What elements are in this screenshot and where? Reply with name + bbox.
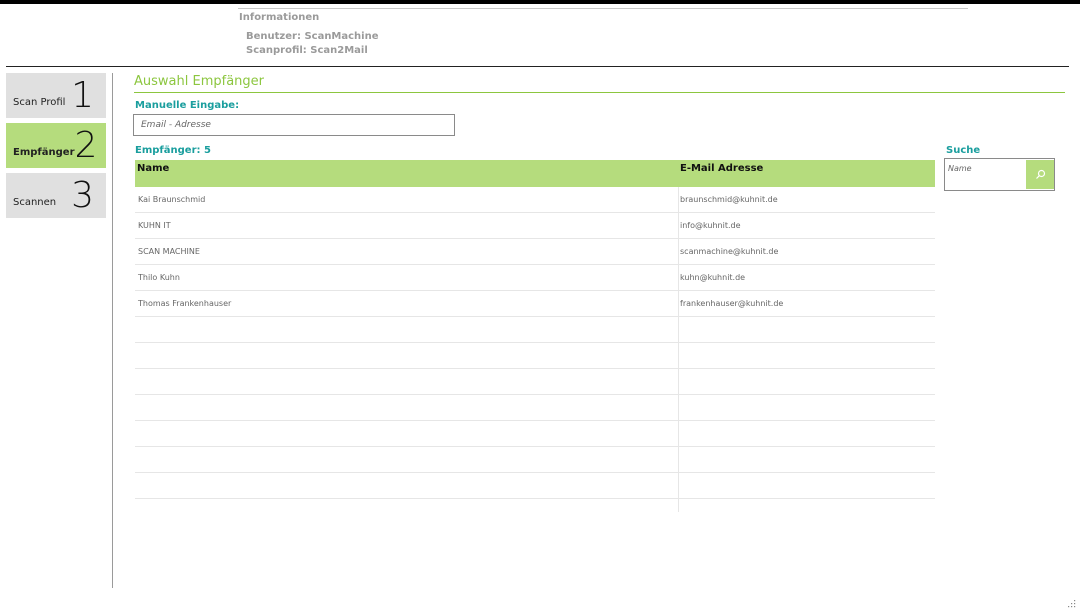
header-divider <box>6 66 1069 67</box>
resize-grip-icon[interactable] <box>1068 600 1076 608</box>
cell-email: info@kuhnit.de <box>680 221 741 230</box>
cell-name: SCAN MACHINE <box>138 247 200 256</box>
step-number: 2 <box>74 124 98 166</box>
table-row[interactable]: Thilo Kuhn kuhn@kuhnit.de <box>135 265 935 291</box>
table-row[interactable]: Kai Braunschmid braunschmid@kuhnit.de <box>135 187 935 213</box>
search-box <box>944 158 1055 191</box>
top-bar <box>0 0 1080 4</box>
table-row <box>135 343 935 369</box>
search-label: Suche <box>946 145 981 156</box>
table-row <box>135 317 935 343</box>
search-button[interactable] <box>1026 160 1054 189</box>
info-title: Informationen <box>239 12 320 23</box>
search-input[interactable] <box>945 159 1025 190</box>
cell-name: Thilo Kuhn <box>138 273 180 282</box>
step-empfaenger[interactable]: Empfänger 2 <box>6 123 106 168</box>
cell-email: frankenhauser@kuhnit.de <box>680 299 784 308</box>
table-row <box>135 447 935 473</box>
step-scannen[interactable]: Scannen 3 <box>6 173 106 218</box>
table-row <box>135 473 935 499</box>
step-number: 1 <box>71 74 94 116</box>
cell-name: KUHN IT <box>138 221 171 230</box>
section-divider <box>134 92 1065 93</box>
cell-email: kuhn@kuhnit.de <box>680 273 746 282</box>
table-row[interactable]: Thomas Frankenhauser frankenhauser@kuhnit… <box>135 291 935 317</box>
table-row[interactable]: KUHN IT info@kuhnit.de <box>135 213 935 239</box>
step-label: Empfänger <box>13 147 75 158</box>
email-input[interactable] <box>133 114 455 136</box>
table-row <box>135 369 935 395</box>
table-row <box>135 421 935 447</box>
table-row <box>135 395 935 421</box>
cell-email: scanmachine@kuhnit.de <box>680 247 779 256</box>
column-separator <box>678 187 679 512</box>
manual-entry-label: Manuelle Eingabe: <box>135 100 240 111</box>
table-row[interactable]: SCAN MACHINE scanmachine@kuhnit.de <box>135 239 935 265</box>
step-label: Scannen <box>13 197 57 208</box>
step-label: Scan Profil <box>13 97 66 108</box>
step-number: 3 <box>71 174 94 216</box>
cell-email: braunschmid@kuhnit.de <box>680 195 778 204</box>
recipient-count-label: Empfänger: 5 <box>135 145 211 156</box>
cell-name: Kai Braunschmid <box>138 195 206 204</box>
recipient-table: Name E-Mail Adresse Kai Braunschmid braun… <box>135 160 935 499</box>
search-icon <box>1035 169 1045 179</box>
column-header-email[interactable]: E-Mail Adresse <box>680 163 763 174</box>
sidebar-divider <box>112 73 113 588</box>
info-user: Benutzer: ScanMachine <box>246 31 379 42</box>
column-header-name[interactable]: Name <box>137 163 169 174</box>
table-header: Name E-Mail Adresse <box>135 160 935 187</box>
section-title: Auswahl Empfänger <box>134 74 264 89</box>
step-scan-profil[interactable]: Scan Profil 1 <box>6 73 106 118</box>
info-scan-profile: Scanprofil: Scan2Mail <box>246 45 368 56</box>
info-divider <box>238 8 968 9</box>
cell-name: Thomas Frankenhauser <box>138 299 232 308</box>
